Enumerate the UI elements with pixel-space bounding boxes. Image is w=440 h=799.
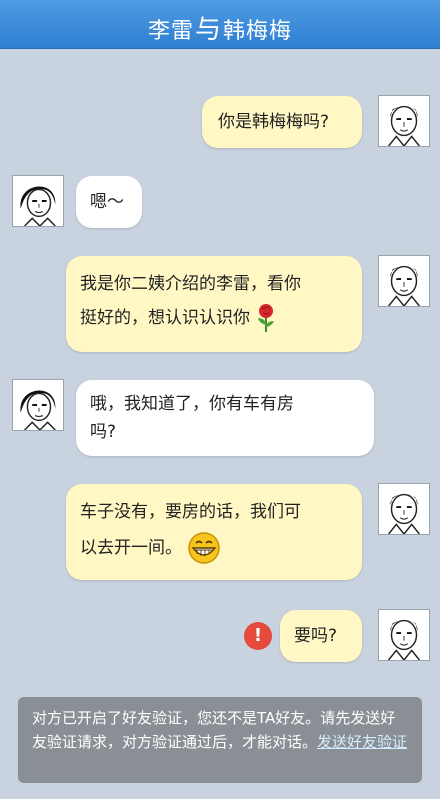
avatar-self[interactable]: [378, 95, 430, 147]
message-line: 挺好的，想认识认识你: [80, 308, 250, 328]
message-bubble[interactable]: 嗯～: [76, 176, 142, 228]
rose-emoji-icon: [258, 304, 275, 332]
send-friend-request-link[interactable]: 发送好友验证: [317, 733, 407, 751]
message-line: 哦，我知道了，你有车有房: [90, 394, 294, 414]
contact-name-self: 李雷: [147, 19, 194, 44]
chat-title: 李雷与韩梅梅: [0, 9, 440, 46]
message-line: 我是你二姨介绍的李雷，看你: [80, 274, 301, 294]
message-line: 以去开一间。: [80, 538, 182, 558]
contact-name-other: 韩梅梅: [223, 19, 293, 44]
boy-avatar-icon: [379, 610, 429, 660]
message-text: 要吗?: [294, 626, 338, 646]
message-bubble[interactable]: 你是韩梅梅吗?: [202, 96, 362, 148]
message-line-with-emoji: 以去开一间。: [80, 531, 348, 565]
message-text: 你是韩梅梅吗?: [218, 112, 330, 132]
message-line: 吗?: [90, 422, 117, 442]
avatar-self[interactable]: [378, 255, 430, 307]
boy-avatar-icon: [379, 96, 429, 146]
message-line: 车子没有，要房的话，我们可: [80, 502, 301, 522]
message-line-with-emoji: 挺好的，想认识认识你: [80, 303, 348, 333]
title-joiner: 与: [194, 15, 222, 45]
avatar-other[interactable]: [12, 175, 64, 227]
avatar-self[interactable]: [378, 609, 430, 661]
boy-avatar-icon: [379, 484, 429, 534]
girl-avatar-icon: [13, 380, 63, 430]
message-bubble[interactable]: 要吗?: [280, 610, 362, 662]
grin-emoji-icon: [188, 532, 221, 564]
avatar-other[interactable]: [12, 379, 64, 431]
message-bubble[interactable]: 哦，我知道了，你有车有房 吗?: [76, 380, 374, 456]
friend-verification-notice: 对方已开启了好友验证，您还不是TA好友。请先发送好友验证请求，对方验证通过后，才…: [18, 697, 422, 783]
chat-header: 李雷与韩梅梅: [0, 0, 440, 49]
message-bubble[interactable]: 我是你二姨介绍的李雷，看你 挺好的，想认识认识你: [66, 256, 362, 352]
avatar-self[interactable]: [378, 483, 430, 535]
boy-avatar-icon: [379, 256, 429, 306]
girl-avatar-icon: [13, 176, 63, 226]
message-text: 嗯～: [90, 192, 124, 212]
message-bubble[interactable]: 车子没有，要房的话，我们可 以去开一间。: [66, 484, 362, 580]
send-failed-icon[interactable]: !: [244, 622, 272, 650]
